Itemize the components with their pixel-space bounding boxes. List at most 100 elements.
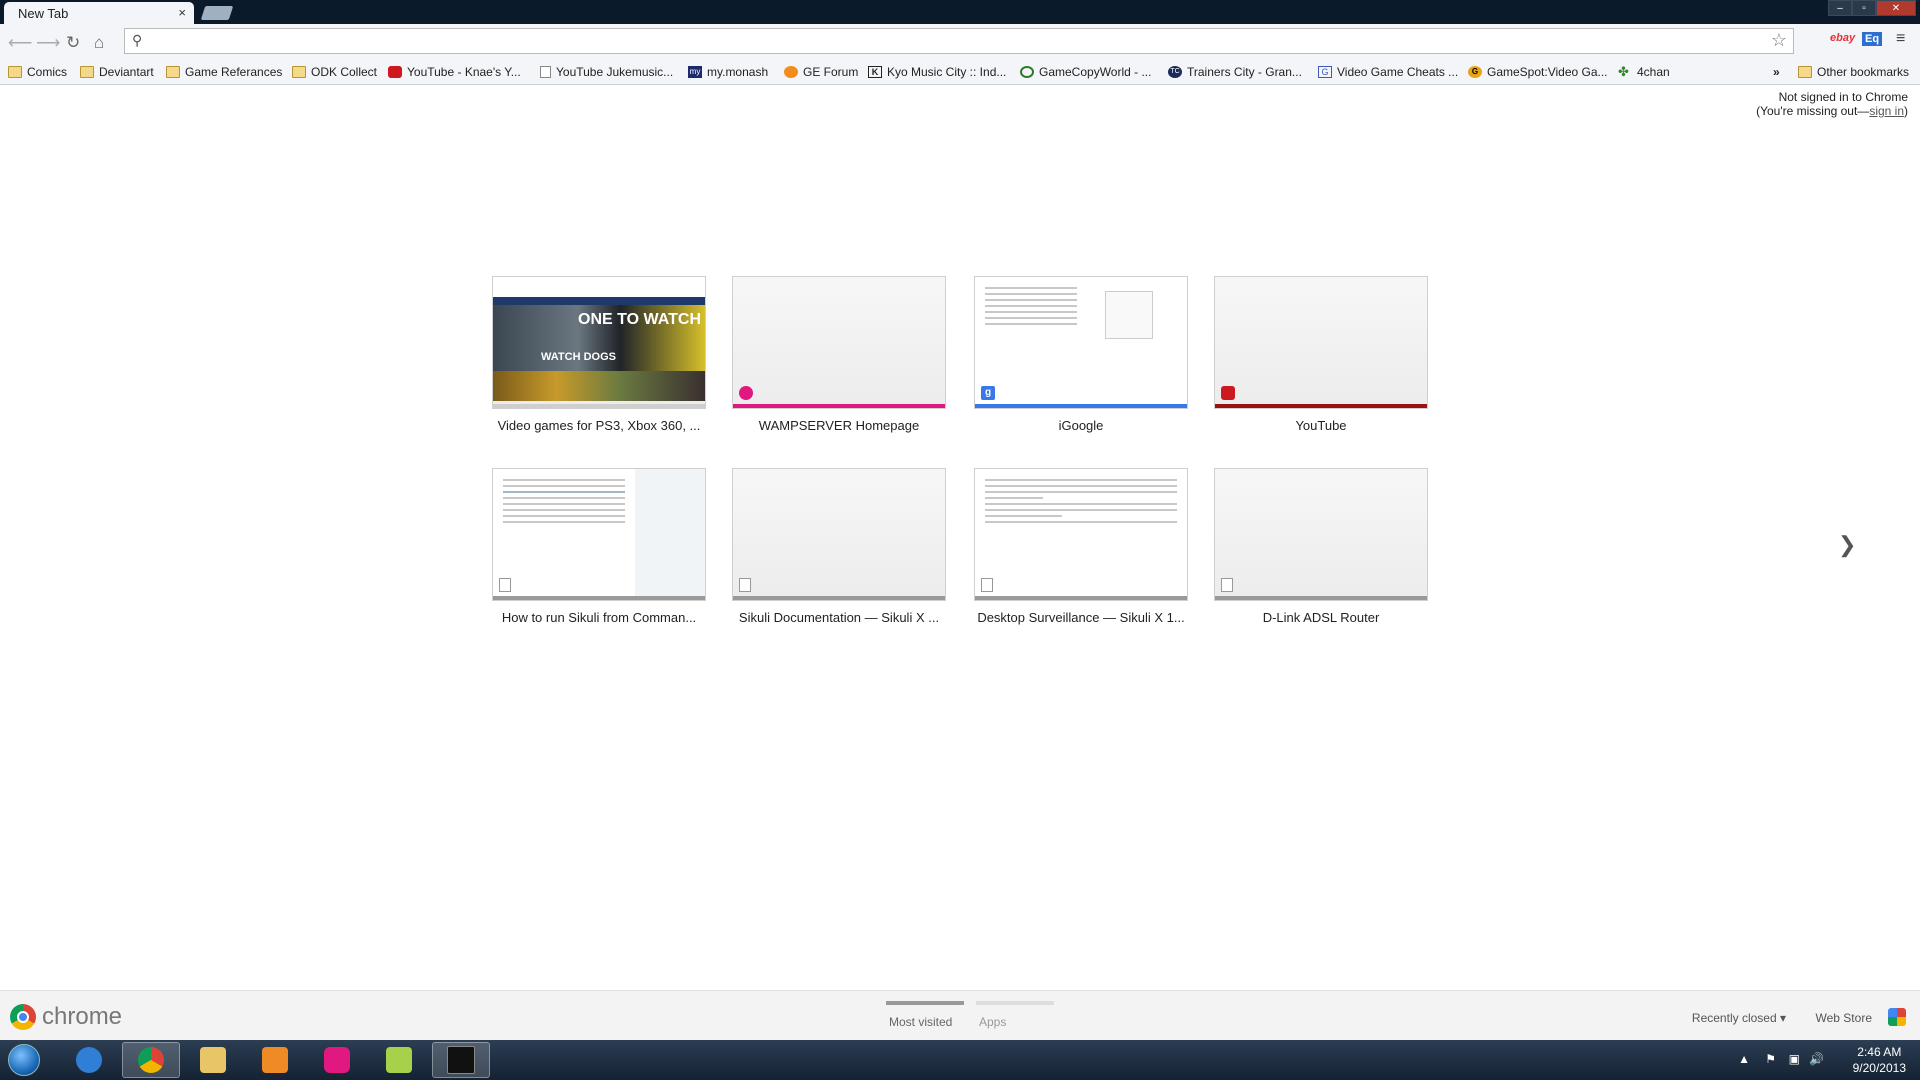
start-button[interactable]	[8, 1044, 40, 1076]
taskbar-explorer[interactable]	[184, 1042, 242, 1078]
tab-apps[interactable]: Apps	[979, 1015, 1006, 1029]
taskbar-command-prompt[interactable]	[432, 1042, 490, 1078]
chrome-logo-icon	[10, 1004, 36, 1030]
thumb-text-lines	[503, 479, 625, 527]
web-store-icon[interactable]	[1888, 1008, 1906, 1026]
most-visited-indicator	[886, 1001, 964, 1005]
minimize-button[interactable]: –	[1828, 0, 1852, 16]
other-bookmarks-label: Other bookmarks	[1817, 65, 1910, 79]
signin-line1: Not signed in to Chrome	[1778, 90, 1908, 104]
videogamecheats-icon: G	[1318, 66, 1332, 78]
forward-arrow-icon[interactable]: ⟶	[36, 33, 60, 53]
file-explorer-icon	[200, 1047, 226, 1073]
network-icon[interactable]: ▣	[1789, 1052, 1800, 1066]
menu-icon[interactable]: ≡	[1896, 30, 1905, 48]
bookmark-deviantart[interactable]: Deviantart	[80, 65, 154, 79]
bookmark-gamecopyworld[interactable]: GameCopyWorld - ...	[1020, 65, 1151, 79]
tile-accent-bar	[975, 404, 1187, 408]
toolbar: ⟵ ⟶ ↻ ⌂ ⚲ ☆ ebay Eq ≡	[0, 24, 1920, 62]
bookmark-trainers-city[interactable]: TC Trainers City - Gran...	[1168, 65, 1302, 79]
omnibox[interactable]: ⚲ ☆	[124, 28, 1794, 54]
signin-link[interactable]: sign in	[1869, 104, 1904, 118]
tile-wampserver[interactable]: WAMPSERVER Homepage	[732, 276, 946, 433]
tab-new-tab[interactable]: New Tab ×	[4, 2, 194, 24]
taskbar-internet-explorer[interactable]	[60, 1042, 118, 1078]
bookmark-kyo-music[interactable]: K Kyo Music City :: Ind...	[868, 65, 1006, 79]
tile-desktop-surveillance[interactable]: Desktop Surveillance — Sikuli X 1...	[974, 468, 1188, 625]
back-arrow-icon[interactable]: ⟵	[8, 33, 32, 53]
bookmark-star-icon[interactable]: ☆	[1771, 30, 1787, 51]
bookmark-4chan[interactable]: ✤ 4chan	[1618, 65, 1670, 79]
next-page-chevron-icon[interactable]: ❯	[1838, 532, 1856, 558]
tile-accent-bar	[1215, 596, 1427, 600]
bookmark-label: my.monash	[707, 65, 769, 79]
tile-thumbnail	[1214, 468, 1428, 601]
search-icon: ⚲	[132, 32, 143, 48]
maximize-button[interactable]: ▫	[1852, 0, 1876, 16]
tile-label: Desktop Surveillance — Sikuli X 1...	[977, 610, 1185, 625]
clock-date: 9/20/2013	[1852, 1061, 1906, 1075]
other-bookmarks[interactable]: Other bookmarks	[1798, 65, 1909, 79]
web-store-link[interactable]: Web Store	[1816, 1011, 1872, 1025]
taskbar-clock[interactable]: 2:46 AM 9/20/2013	[1853, 1044, 1906, 1076]
trainerscity-icon: TC	[1168, 66, 1182, 78]
clock-time: 2:46 AM	[1857, 1045, 1902, 1059]
dictionary-extension-icon[interactable]: Eq	[1862, 32, 1883, 46]
tile-video-games[interactable]: ONE TO WATCH WATCH DOGS Video games for …	[492, 276, 706, 433]
volume-icon[interactable]: 🔊	[1809, 1052, 1824, 1066]
recently-closed-menu[interactable]: Recently closed ▾	[1692, 1011, 1786, 1025]
bookmarks-overflow-button[interactable]: »	[1773, 65, 1780, 79]
bookmark-label: 4chan	[1637, 65, 1670, 79]
bookmark-odk-collect[interactable]: ODK Collect	[292, 65, 377, 79]
bookmark-youtube-jukemusic[interactable]: YouTube Jukemusic...	[540, 65, 673, 79]
signin-line2-prefix: (You're missing out—	[1756, 104, 1870, 118]
tile-accent-bar	[493, 596, 705, 600]
bookmark-my-monash[interactable]: my my.monash	[688, 65, 768, 79]
notepad-icon	[386, 1047, 412, 1073]
tile-thumbnail	[732, 468, 946, 601]
taskbar-media-player[interactable]	[246, 1042, 304, 1078]
tray-expand-icon[interactable]: ▲	[1738, 1052, 1750, 1066]
tab-most-visited[interactable]: Most visited	[889, 1015, 952, 1029]
bookmark-youtube-knae[interactable]: YouTube - Knae's Y...	[388, 65, 521, 79]
bookmark-video-game-cheats[interactable]: G Video Game Cheats ...	[1318, 65, 1458, 79]
folder-icon	[8, 66, 22, 78]
monash-icon: my	[688, 66, 702, 78]
bookmark-comics[interactable]: Comics	[8, 65, 67, 79]
tile-accent-bar	[733, 404, 945, 408]
tile-sikuli-docs[interactable]: Sikuli Documentation — Sikuli X ...	[732, 468, 946, 625]
tile-youtube[interactable]: YouTube	[1214, 276, 1428, 433]
tab-close-icon[interactable]: ×	[178, 5, 186, 20]
bookmark-ge-forum[interactable]: GE Forum	[784, 65, 858, 79]
thumb-nav	[493, 297, 705, 305]
tile-sikuli-command[interactable]: How to run Sikuli from Comman...	[492, 468, 706, 625]
bookmark-game-referances[interactable]: Game Referances	[166, 65, 282, 79]
tile-accent-bar	[975, 596, 1187, 600]
taskbar-chrome[interactable]	[122, 1042, 180, 1078]
bookmark-gamespot[interactable]: G GameSpot:Video Ga...	[1468, 65, 1608, 79]
bookmark-label: GE Forum	[803, 65, 859, 79]
window-close-button[interactable]: ✕	[1876, 0, 1916, 16]
tile-accent-bar	[493, 404, 705, 408]
thumb-text-lines	[985, 287, 1077, 329]
reload-icon[interactable]: ↻	[66, 33, 80, 53]
media-player-icon	[262, 1047, 288, 1073]
gamecopyworld-icon	[1020, 66, 1034, 78]
tile-thumbnail: g	[974, 276, 1188, 409]
tile-igoogle[interactable]: g iGoogle	[974, 276, 1188, 433]
page-icon	[739, 578, 751, 592]
tile-dlink-router[interactable]: D-Link ADSL Router	[1214, 468, 1428, 625]
taskbar-notepad[interactable]	[370, 1042, 428, 1078]
tile-label: How to run Sikuli from Comman...	[501, 610, 697, 625]
thumb-logo-text: WATCH DOGS	[541, 351, 616, 363]
omnibox-input[interactable]	[153, 32, 1757, 52]
ebay-extension-icon[interactable]: ebay	[1830, 32, 1855, 44]
folder-icon	[166, 66, 180, 78]
apps-indicator	[976, 1001, 1054, 1005]
chrome-logo-text: chrome	[42, 1003, 123, 1030]
action-center-flag-icon[interactable]: ⚑	[1765, 1052, 1776, 1066]
youtube-icon	[388, 66, 402, 78]
new-tab-button[interactable]	[200, 6, 234, 20]
taskbar-wampserver[interactable]	[308, 1042, 366, 1078]
home-icon[interactable]: ⌂	[94, 33, 104, 53]
